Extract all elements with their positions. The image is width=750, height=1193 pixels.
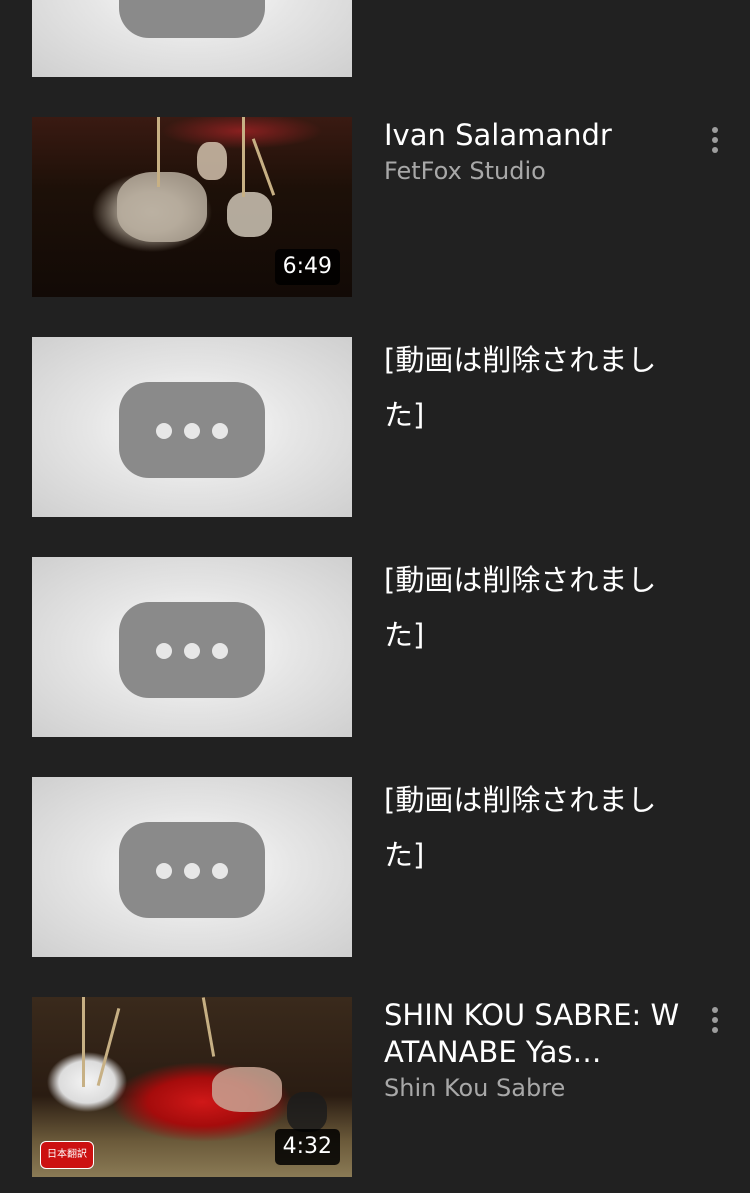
video-title[interactable]: Ivan Salamandr	[384, 117, 680, 154]
video-thumbnail[interactable]	[32, 777, 352, 957]
video-info[interactable]: [動画は削除されました]	[384, 557, 680, 663]
video-title[interactable]: [動画は削除されました]	[384, 553, 680, 663]
unavailable-video-icon	[119, 822, 265, 918]
channel-name[interactable]: Shin Kou Sabre	[384, 1072, 680, 1104]
video-title[interactable]: [動画は削除されました]	[384, 773, 680, 883]
video-item[interactable]: 日本翻訳 4:32 SHIN KOU SABRE: WATANABE Yas… …	[0, 997, 750, 1177]
duration-badge: 6:49	[274, 249, 340, 285]
video-item[interactable]	[0, 0, 750, 77]
video-item[interactable]: 6:49 Ivan Salamandr FetFox Studio	[0, 117, 750, 297]
video-thumbnail[interactable]: 6:49	[32, 117, 352, 297]
video-item[interactable]: [動画は削除されました]	[0, 777, 750, 957]
more-vert-icon[interactable]	[700, 123, 730, 163]
video-title[interactable]: [動画は削除されました]	[384, 333, 680, 443]
video-info[interactable]: Ivan Salamandr FetFox Studio	[384, 117, 680, 187]
unavailable-video-icon	[119, 602, 265, 698]
video-item[interactable]: [動画は削除されました]	[0, 337, 750, 517]
unavailable-video-icon	[119, 0, 265, 38]
language-badge: 日本翻訳	[40, 1141, 94, 1169]
video-thumbnail[interactable]	[32, 0, 352, 77]
channel-name[interactable]: FetFox Studio	[384, 155, 680, 187]
duration-badge: 4:32	[274, 1129, 340, 1165]
video-thumbnail[interactable]	[32, 557, 352, 737]
video-title[interactable]: SHIN KOU SABRE: WATANABE Yas…	[384, 997, 680, 1071]
video-item[interactable]: [動画は削除されました]	[0, 557, 750, 737]
video-info[interactable]: [動画は削除されました]	[384, 337, 680, 443]
more-vert-icon[interactable]	[700, 1003, 730, 1043]
video-list: 6:49 Ivan Salamandr FetFox Studio [動画は削除…	[0, 0, 750, 1193]
video-info[interactable]: SHIN KOU SABRE: WATANABE Yas… Shin Kou S…	[384, 997, 680, 1104]
video-info[interactable]: [動画は削除されました]	[384, 777, 680, 883]
unavailable-video-icon	[119, 382, 265, 478]
video-thumbnail[interactable]: 日本翻訳 4:32	[32, 997, 352, 1177]
video-thumbnail[interactable]	[32, 337, 352, 517]
